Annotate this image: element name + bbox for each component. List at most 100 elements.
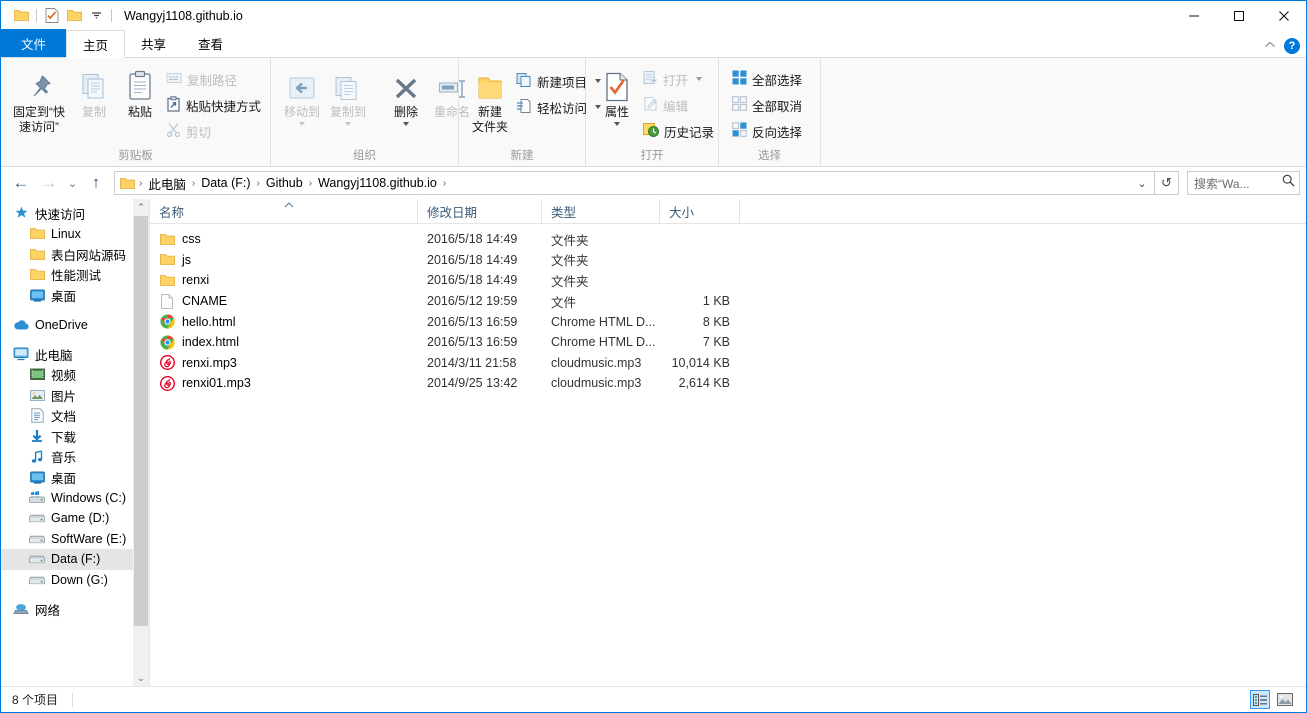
table-row[interactable]: js 2016/5/18 14:49 文件夹: [150, 250, 1306, 271]
address-dropdown-chevron-down-icon[interactable]: ⌄: [1132, 172, 1152, 194]
recent-locations-chevron-down-icon[interactable]: ⌄: [63, 170, 82, 196]
up-button[interactable]: ↑: [82, 170, 110, 196]
sidebar-item-onedrive[interactable]: OneDrive: [1, 315, 149, 336]
breadcrumb-item-github[interactable]: Github: [261, 176, 308, 190]
move-to-chevron-down-icon[interactable]: [299, 122, 305, 126]
sidebar-item-confession-site[interactable]: 表白网站源码: [1, 244, 149, 265]
invert-selection-button[interactable]: 反向选择: [729, 119, 805, 143]
search-icon[interactable]: [1282, 174, 1295, 192]
copy-to-icon: [334, 66, 362, 102]
breadcrumb-item-data-f[interactable]: Data (F:): [196, 176, 255, 190]
large-icons-view-button[interactable]: [1275, 690, 1295, 709]
tab-file[interactable]: 文件: [1, 29, 67, 57]
qat-customize-chevron-down-icon[interactable]: [85, 5, 107, 27]
sidebar-item-pictures[interactable]: 图片: [1, 385, 149, 406]
maximize-button[interactable]: [1216, 1, 1261, 30]
minimize-button[interactable]: [1171, 1, 1216, 30]
sidebar-item-game-d[interactable]: Game (D:): [1, 508, 149, 529]
copy-to-button[interactable]: 复制到: [325, 64, 371, 126]
table-row[interactable]: renxi 2016/5/18 14:49 文件夹: [150, 270, 1306, 291]
file-type-cell: Chrome HTML D...: [551, 314, 656, 329]
open-chevron-down-icon[interactable]: [696, 77, 703, 81]
file-name-cell[interactable]: renxi01.mp3: [150, 375, 418, 391]
help-icon[interactable]: ?: [1284, 38, 1300, 54]
qat-folder-icon[interactable]: [10, 5, 32, 27]
copy-button[interactable]: 复制: [71, 64, 117, 120]
open-button[interactable]: 打开: [640, 67, 717, 91]
tab-home[interactable]: 主页: [66, 30, 126, 58]
file-name-cell[interactable]: renxi.mp3: [150, 355, 418, 371]
pin-to-quick-access-button[interactable]: 固定到“快 速访问”: [7, 64, 71, 135]
cut-button[interactable]: 剪切: [163, 119, 264, 143]
close-button[interactable]: [1261, 1, 1306, 30]
sidebar-item-windows-c[interactable]: Windows (C:): [1, 488, 149, 509]
file-name-cell[interactable]: hello.html: [150, 314, 418, 330]
sidebar-scrollbar[interactable]: ⌃ ⌄: [133, 199, 149, 686]
sidebar-item-desktop-qa[interactable]: 桌面: [1, 285, 149, 306]
paste-shortcut-button[interactable]: 粘贴快捷方式: [163, 93, 264, 117]
copy-to-chevron-down-icon[interactable]: [345, 122, 351, 126]
sidebar-scroll-thumb[interactable]: [134, 216, 148, 626]
sidebar-item-network[interactable]: 网络: [1, 599, 149, 620]
file-name-label: hello.html: [182, 314, 236, 329]
properties-button[interactable]: 属性: [594, 64, 640, 126]
sidebar-item-videos[interactable]: 视频: [1, 365, 149, 386]
paste-button[interactable]: 粘贴: [117, 64, 163, 120]
sidebar-item-this-pc[interactable]: 此电脑: [1, 344, 149, 365]
sidebar-item-linux[interactable]: Linux: [1, 224, 149, 245]
qat-properties-icon[interactable]: [41, 5, 63, 27]
table-row[interactable]: renxi01.mp3 2014/9/25 13:42 cloudmusic.m…: [150, 373, 1306, 394]
sidebar-item-software-e[interactable]: SoftWare (E:): [1, 529, 149, 550]
column-header-type[interactable]: 类型: [542, 199, 660, 223]
sidebar-item-music[interactable]: 音乐: [1, 447, 149, 468]
file-name-cell[interactable]: index.html: [150, 334, 418, 350]
breadcrumb-item-this-pc[interactable]: 此电脑: [143, 174, 191, 193]
new-folder-button[interactable]: 新建 文件夹: [467, 64, 513, 135]
file-name-cell[interactable]: CNAME: [150, 293, 418, 309]
sidebar-item-data-f[interactable]: Data (F:): [1, 549, 149, 570]
table-row[interactable]: renxi.mp3 2014/3/11 21:58 cloudmusic.mp3…: [150, 353, 1306, 374]
delete-chevron-down-icon[interactable]: [403, 122, 409, 126]
collapse-ribbon-chevron-up-icon[interactable]: [1264, 40, 1276, 52]
breadcrumb-item-current[interactable]: Wangyj1108.github.io: [313, 176, 442, 190]
tab-share[interactable]: 共享: [125, 29, 182, 57]
edit-button[interactable]: 编辑: [640, 93, 717, 117]
search-input[interactable]: 搜索“Wa...: [1194, 175, 1282, 192]
sidebar-item-documents[interactable]: 文档: [1, 406, 149, 427]
select-all-button[interactable]: 全部选择: [729, 67, 805, 91]
sidebar-scroll-up-button[interactable]: ⌃: [133, 199, 149, 215]
table-row[interactable]: CNAME 2016/5/12 19:59 文件 1 KB: [150, 291, 1306, 312]
copy-path-button[interactable]: 复制路径: [163, 67, 264, 91]
history-button[interactable]: 历史记录: [640, 119, 717, 143]
sidebar-item-performance-test[interactable]: 性能测试: [1, 265, 149, 286]
refresh-button[interactable]: ↺: [1155, 171, 1179, 195]
breadcrumb-sep-4[interactable]: ›: [442, 178, 447, 189]
delete-button[interactable]: 删除: [383, 64, 429, 126]
table-row[interactable]: hello.html 2016/5/13 16:59 Chrome HTML D…: [150, 311, 1306, 332]
file-name-cell[interactable]: renxi: [150, 272, 418, 288]
open-label: 打开: [663, 73, 689, 88]
file-name-cell[interactable]: css: [150, 231, 418, 247]
sidebar-item-desktop-pc[interactable]: 桌面: [1, 467, 149, 488]
column-header-date-modified[interactable]: 修改日期: [418, 199, 542, 223]
search-box[interactable]: 搜索“Wa...: [1187, 171, 1300, 195]
select-none-button[interactable]: 全部取消: [729, 93, 805, 117]
forward-button[interactable]: →: [35, 170, 63, 196]
move-to-button[interactable]: 移动到: [279, 64, 325, 126]
sidebar-item-down-g[interactable]: Down (G:): [1, 570, 149, 591]
column-header-size[interactable]: 大小: [660, 199, 740, 223]
sidebar-item-quick-access[interactable]: 快速访问: [1, 203, 149, 224]
details-view-button[interactable]: [1250, 690, 1270, 709]
breadcrumb-bar[interactable]: › 此电脑 › Data (F:) › Github › Wangyj1108.…: [114, 171, 1155, 195]
tab-view[interactable]: 查看: [182, 29, 239, 57]
table-row[interactable]: css 2016/5/18 14:49 文件夹: [150, 229, 1306, 250]
file-name-cell[interactable]: js: [150, 252, 418, 268]
sidebar-scroll-down-button[interactable]: ⌄: [133, 670, 149, 686]
back-button[interactable]: ←: [7, 170, 35, 196]
sidebar-item-downloads[interactable]: 下载: [1, 426, 149, 447]
column-header-name[interactable]: 名称: [150, 199, 418, 223]
properties-chevron-down-icon[interactable]: [614, 122, 620, 126]
file-list-pane: 名称 修改日期 类型 大小 css 2016/5/18 14:49 文件夹 js…: [150, 199, 1306, 686]
table-row[interactable]: index.html 2016/5/13 16:59 Chrome HTML D…: [150, 332, 1306, 353]
qat-new-folder-icon[interactable]: [63, 5, 85, 27]
